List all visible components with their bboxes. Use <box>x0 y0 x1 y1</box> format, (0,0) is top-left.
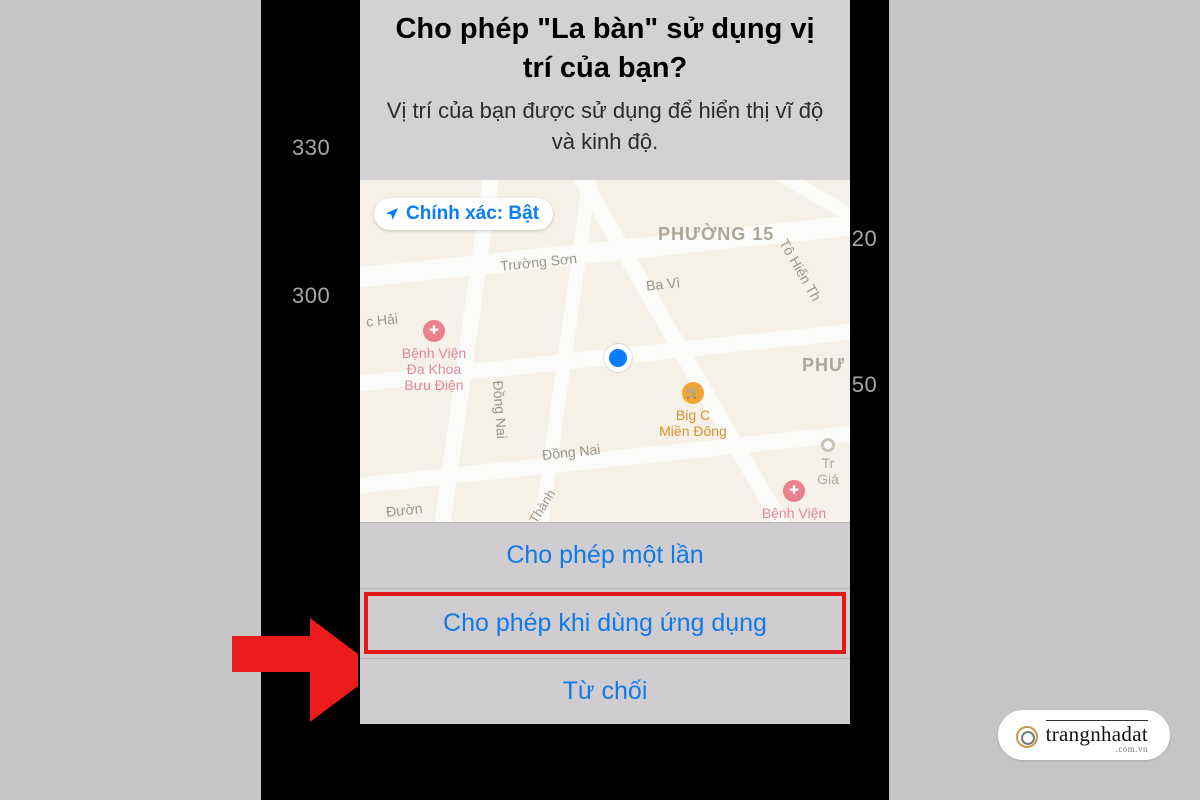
dialog-actions: Cho phép một lần Cho phép khi dùng ứng d… <box>360 522 850 724</box>
allow-once-button[interactable]: Cho phép một lần <box>360 522 850 588</box>
street-label: Đườn <box>385 500 423 520</box>
ruler-mark: 300 <box>292 283 330 309</box>
allow-while-using-button[interactable]: Cho phép khi dùng ứng dụng <box>360 588 850 658</box>
dialog-title: Cho phép "La bàn" sử dụng vị trí của bạn… <box>380 10 830 88</box>
deny-button[interactable]: Từ chối <box>360 658 850 724</box>
street-label: Thành <box>526 487 558 522</box>
watermark-logo-icon <box>1016 726 1038 748</box>
street-label: Tô Hiến Th <box>776 236 824 304</box>
poi-hospital: ✚ Bệnh Viện Đa Khoa Bưu Điện <box>374 320 494 393</box>
watermark-tld: .com.vn <box>1116 745 1149 754</box>
hospital-icon: ✚ <box>423 320 445 342</box>
annotation-arrow <box>232 618 360 688</box>
watermark: trangnhadat .com.vn <box>998 710 1170 760</box>
watermark-brand: trangnhadat <box>1046 720 1148 745</box>
district-label: PHƯỜNG 15 <box>658 224 774 245</box>
location-map-preview[interactable]: c Hải Trường Sơn Ba Vì Tô Hiến Th Đồng N… <box>360 180 850 522</box>
cart-icon: 🛒 <box>682 382 704 404</box>
precise-location-toggle[interactable]: Chính xác: Bật <box>374 198 553 230</box>
street-label: Ba Vì <box>645 274 681 293</box>
poi-generic: Tr Giá <box>798 438 850 487</box>
poi-shop: 🛒 Big C Miền Đông <box>638 382 748 439</box>
district-label: PHƯ <box>802 355 845 376</box>
poi-dot-icon <box>821 438 835 452</box>
location-permission-dialog: Cho phép "La bàn" sử dụng vị trí của bạn… <box>360 0 850 724</box>
ruler-mark: 330 <box>292 135 330 161</box>
current-location-dot <box>604 344 632 372</box>
location-arrow-icon <box>384 206 400 222</box>
dialog-subtitle: Vị trí của bạn được sử dụng để hiển thị … <box>380 96 830 158</box>
